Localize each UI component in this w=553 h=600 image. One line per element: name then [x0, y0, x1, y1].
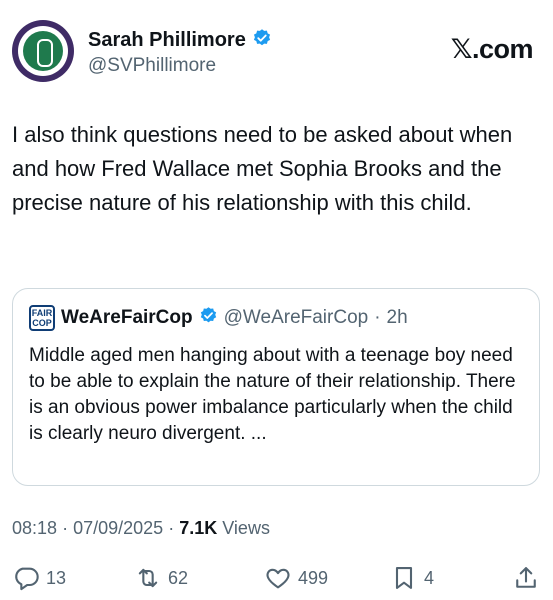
views-count: 7.1K [179, 518, 218, 538]
quote-header: FAIR COP WeAreFairCop @WeAreFairCop · 2h [29, 305, 408, 331]
repost-button[interactable]: 62 [134, 564, 188, 592]
avatar-emblem [23, 31, 63, 71]
author-handle[interactable]: @SVPhillimore [88, 55, 272, 77]
like-button[interactable]: 499 [264, 564, 328, 592]
bookmark-count: 4 [424, 567, 435, 588]
repost-count: 62 [168, 567, 189, 588]
tweet-time[interactable]: 08:18 [12, 518, 57, 538]
quote-avatar[interactable]: FAIR COP [29, 305, 55, 331]
quote-handle[interactable]: @WeAreFairCop [224, 307, 369, 329]
avatar-ring [18, 26, 68, 76]
author-block: Sarah Phillimore @SVPhillimore [88, 28, 272, 77]
quote-avatar-text-top: FAIR [31, 308, 53, 318]
reply-icon [15, 567, 39, 591]
action-bar: 13 62 499 4 [12, 564, 541, 596]
author-name-row: Sarah Phillimore [88, 28, 272, 53]
share-button[interactable] [512, 564, 540, 592]
bookmark-button[interactable]: 4 [390, 564, 434, 592]
views-label: Views [222, 518, 270, 538]
author-avatar[interactable] [12, 20, 74, 82]
tweet-date[interactable]: 07/09/2025 [73, 518, 163, 538]
meta-separator: · [168, 518, 175, 538]
reply-button[interactable]: 13 [12, 564, 66, 592]
quote-separator: · [374, 307, 381, 328]
repost-icon [138, 568, 158, 588]
like-count: 499 [298, 567, 329, 588]
quote-display-name[interactable]: WeAreFairCop [61, 307, 193, 329]
quote-avatar-text-bottom: COP [32, 318, 52, 328]
quote-timestamp[interactable]: 2h [387, 307, 408, 329]
meta-separator: · [62, 518, 69, 538]
reply-count: 13 [46, 567, 67, 588]
tweet-header: Sarah Phillimore @SVPhillimore 𝕏.com [12, 20, 541, 84]
verified-badge-icon [252, 28, 272, 53]
bookmark-icon [395, 567, 413, 589]
quote-text: Middle aged men hanging about with a tee… [29, 345, 516, 444]
tweet-meta: 08:18 · 07/09/2025 · 7.1K Views [12, 518, 270, 539]
verified-badge-icon [199, 306, 218, 331]
quote-tweet-card[interactable]: FAIR COP WeAreFairCop @WeAreFairCop · 2h… [12, 288, 540, 486]
tweet-text: I also think questions need to be asked … [12, 122, 513, 215]
share-icon [516, 567, 536, 588]
heart-icon [266, 568, 290, 589]
author-display-name[interactable]: Sarah Phillimore [88, 29, 246, 52]
x-brand-logo: 𝕏.com [450, 34, 534, 64]
